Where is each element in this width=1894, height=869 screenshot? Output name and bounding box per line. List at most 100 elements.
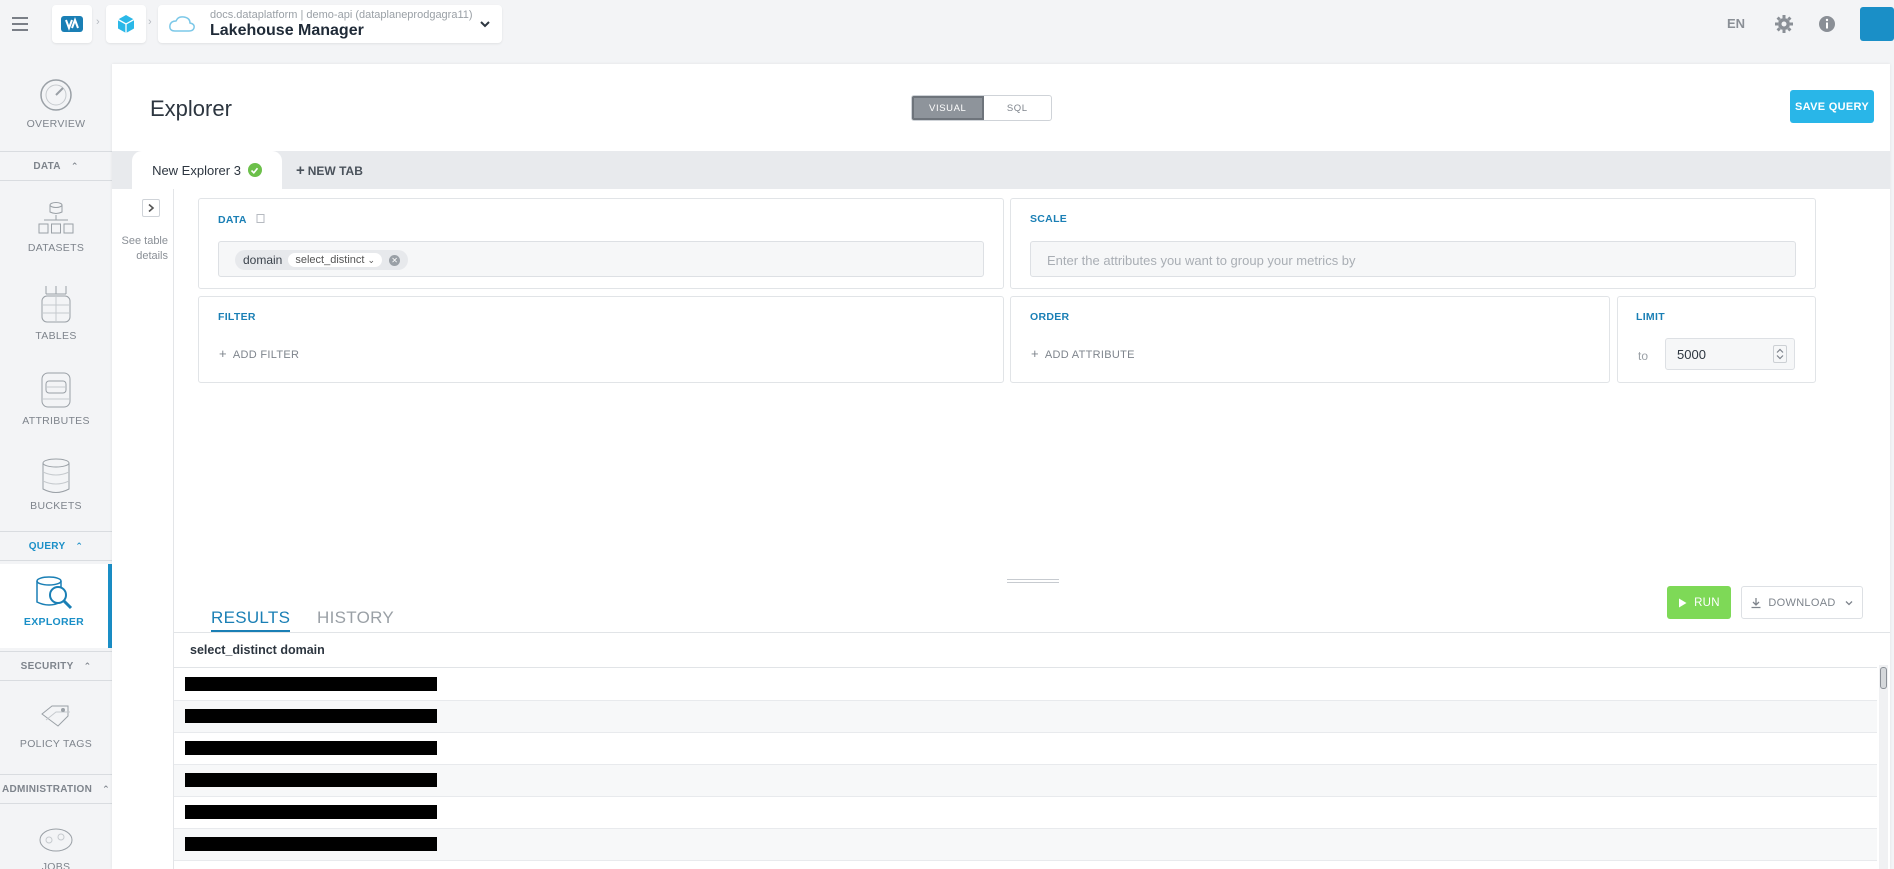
section-label: ADMINISTRATION (2, 783, 93, 795)
chip-attribute: domain (243, 253, 283, 267)
add-filter-button[interactable]: + ADD FILTER (219, 346, 299, 361)
sidebar-item-explorer[interactable]: EXPLORER (0, 564, 112, 648)
sidebar-section-security[interactable]: SECURITY ⌃ (0, 651, 112, 681)
app-switcher[interactable]: docs.dataplatform | demo-api (dataplanep… (158, 5, 502, 43)
order-label: ORDER (1030, 311, 1070, 323)
results-table: select_distinct domain (174, 632, 1890, 869)
language-selector[interactable]: EN (1727, 16, 1745, 31)
check-circle-icon (247, 163, 262, 177)
gear-icon[interactable] (1774, 14, 1794, 34)
new-tab-button[interactable]: + NEW TAB (296, 162, 363, 179)
explorer-search-icon (36, 576, 73, 610)
chevron-right-icon (148, 203, 155, 213)
redacted-cell (185, 805, 437, 819)
section-label: QUERY (28, 540, 66, 552)
sidebar-item-label: JOBS (41, 861, 71, 869)
chip-function-label: select_distinct (295, 254, 365, 266)
clipboard-icon[interactable] (256, 213, 265, 223)
sidebar-item-attributes[interactable]: ATTRIBUTES (0, 371, 112, 427)
limit-to-label: to (1638, 349, 1649, 363)
sidebar-item-label: EXPLORER (23, 616, 85, 628)
scrollbar-thumb[interactable] (1880, 667, 1887, 689)
panel-resize-handle[interactable] (1007, 579, 1059, 583)
section-label: SECURITY (20, 660, 74, 672)
info-icon[interactable] (1817, 14, 1837, 34)
sidebar-item-buckets[interactable]: BUCKETS (0, 458, 112, 512)
tab-new-explorer-3[interactable]: New Explorer 3 (132, 151, 282, 189)
bucket-icon (42, 458, 70, 493)
table-row[interactable] (174, 829, 1877, 861)
data-input[interactable]: domain select_distinct ⌄ ✕ (218, 241, 984, 277)
sidebar-item-policy-tags[interactable]: POLICY TAGS (0, 702, 112, 750)
data-label-text: DATA (218, 214, 247, 226)
attributes-icon (41, 372, 71, 408)
save-query-button[interactable]: SAVE QUERY (1790, 90, 1874, 123)
redacted-cell (185, 837, 437, 851)
sidebar-item-jobs[interactable]: JOBS (0, 825, 112, 869)
data-panel: DATA domain select_distinct ⌄ ✕ (198, 198, 1004, 289)
breadcrumb-separator: › (148, 16, 152, 28)
limit-stepper[interactable] (1773, 345, 1787, 363)
sidebar-item-overview[interactable]: OVERVIEW (0, 78, 112, 130)
chip-function-select[interactable]: select_distinct ⌄ (288, 253, 383, 267)
menu-icon[interactable] (12, 17, 28, 31)
scale-input[interactable]: Enter the attributes you want to group y… (1030, 241, 1796, 277)
data-label: DATA (218, 213, 265, 226)
filter-label: FILTER (218, 311, 256, 323)
limit-panel: LIMIT to 5000 (1617, 296, 1816, 383)
app-context: docs.dataplatform | demo-api (dataplanep… (210, 8, 473, 21)
sidebar-section-query[interactable]: QUERY ⌃ (0, 531, 112, 561)
download-button[interactable]: DOWNLOAD (1741, 586, 1863, 619)
run-button[interactable]: RUN (1667, 586, 1731, 619)
gauge-icon (40, 79, 72, 111)
mode-visual-button[interactable]: VISUAL (912, 96, 984, 120)
column-header-label: select_distinct domain (190, 643, 325, 657)
platform-logo-button[interactable] (52, 5, 92, 43)
redacted-cell (185, 741, 437, 755)
column-header[interactable]: select_distinct domain (174, 633, 1877, 668)
sidebar-section-administration[interactable]: ADMINISTRATION ⌃ (0, 774, 112, 804)
table-row[interactable] (174, 733, 1877, 765)
platform-logo-icon (61, 16, 83, 32)
redacted-cell (185, 773, 437, 787)
table-details-label[interactable]: See table details (114, 234, 168, 264)
cube-app-button[interactable] (106, 5, 146, 43)
chevron-down-icon[interactable] (478, 17, 492, 31)
user-account-button[interactable] (1860, 7, 1894, 41)
datasets-icon (38, 202, 74, 234)
top-bar: › › docs.dataplatform | demo-api (datapl… (0, 0, 1894, 48)
tab-results[interactable]: RESULTS (211, 608, 291, 632)
sidebar-section-data[interactable]: DATA ⌃ (0, 151, 112, 181)
data-chip-domain[interactable]: domain select_distinct ⌄ ✕ (235, 250, 409, 270)
app-title: Lakehouse Manager (210, 21, 364, 39)
sidebar-item-label: BUCKETS (30, 500, 82, 512)
plus-icon: + (1031, 346, 1039, 361)
sidebar-item-label: OVERVIEW (26, 118, 86, 130)
limit-input[interactable]: 5000 (1665, 338, 1795, 370)
tab-history[interactable]: HISTORY (317, 608, 394, 628)
mode-sql-button[interactable]: SQL (984, 96, 1052, 120)
sidebar-item-datasets[interactable]: DATASETS (0, 200, 112, 254)
policy-tags-icon (41, 705, 70, 727)
tables-icon (41, 286, 71, 323)
play-icon (1679, 598, 1687, 607)
scale-placeholder: Enter the attributes you want to group y… (1047, 253, 1356, 268)
table-row[interactable] (174, 701, 1877, 733)
results-scrollbar[interactable] (1879, 665, 1888, 869)
remove-chip-icon[interactable]: ✕ (389, 254, 401, 266)
sidebar-item-tables[interactable]: TABLES (0, 284, 112, 342)
chevron-up-icon: ⌃ (102, 783, 110, 794)
table-row[interactable] (174, 765, 1877, 797)
add-filter-label: ADD FILTER (232, 349, 300, 361)
order-panel: ORDER + ADD ATTRIBUTE (1010, 296, 1610, 383)
table-row[interactable] (174, 797, 1877, 829)
download-label: DOWNLOAD (1768, 596, 1836, 609)
cube-icon (117, 15, 135, 33)
add-attribute-button[interactable]: + ADD ATTRIBUTE (1031, 346, 1135, 361)
expand-details-button[interactable] (142, 199, 160, 217)
table-row[interactable] (174, 669, 1877, 701)
main-panel: Explorer VISUAL SQL SAVE QUERY New Explo… (112, 64, 1890, 869)
sidebar-item-label: TABLES (35, 330, 77, 342)
jobs-icon (39, 828, 73, 852)
scale-label: SCALE (1030, 213, 1068, 225)
